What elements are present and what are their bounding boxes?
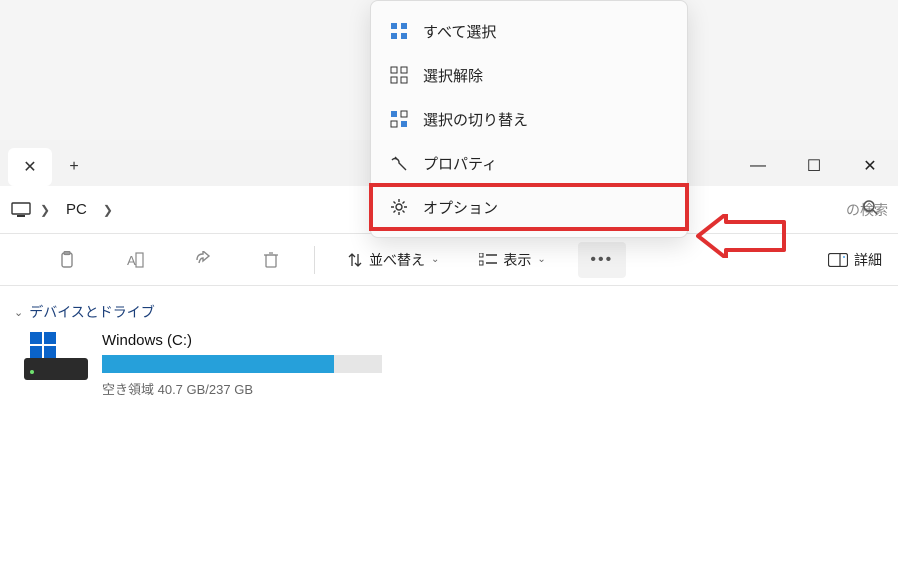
view-label: 表示	[503, 250, 531, 270]
chevron-down-icon: ⌄	[431, 254, 439, 265]
breadcrumb-pc[interactable]: PC	[58, 197, 95, 222]
window-controls: — ☐ ✕	[730, 146, 898, 186]
view-icon	[479, 253, 497, 267]
chevron-right-icon[interactable]: ❯	[36, 203, 54, 217]
new-tab-button[interactable]: +	[52, 148, 96, 186]
chevron-down-icon: ⌄	[537, 254, 545, 265]
close-window-button[interactable]: ✕	[842, 146, 898, 186]
drive-usage-bar	[102, 355, 382, 373]
details-pane-icon	[828, 253, 848, 267]
chevron-down-icon: ⌄	[14, 306, 23, 319]
details-pane-button[interactable]: 詳細	[820, 244, 890, 276]
rename-icon: A	[125, 251, 145, 269]
sort-button[interactable]: 並べ替え ⌄	[339, 244, 447, 276]
maximize-button[interactable]: ☐	[786, 146, 842, 186]
delete-button[interactable]	[252, 242, 290, 278]
menu-label: 選択の切り替え	[423, 109, 528, 130]
annotation-arrow	[696, 214, 786, 258]
plus-icon: +	[69, 158, 78, 176]
options-icon	[389, 197, 409, 217]
drive-icon	[24, 332, 88, 380]
menu-item-invert-selection[interactable]: 選択の切り替え	[371, 97, 687, 141]
clipboard-icon	[58, 251, 76, 269]
menu-label: プロパティ	[423, 153, 497, 174]
search-icon	[862, 199, 878, 220]
close-icon: ✕	[863, 156, 876, 176]
chevron-right-icon[interactable]: ❯	[99, 203, 117, 217]
maximize-icon: ☐	[807, 156, 821, 176]
menu-item-properties[interactable]: プロパティ	[371, 141, 687, 185]
content-area: ⌄ デバイスとドライブ Windows (C:) 空き領域 40.7 GB/23…	[0, 286, 898, 408]
section-devices-drives[interactable]: ⌄ デバイスとドライブ	[14, 296, 884, 332]
menu-label: すべて選択	[423, 21, 496, 42]
drive-name: Windows (C:)	[102, 332, 382, 349]
drive-free-text: 空き領域 40.7 GB/237 GB	[102, 379, 382, 398]
drive-meta: Windows (C:) 空き領域 40.7 GB/237 GB	[102, 332, 382, 398]
close-icon: ✕	[23, 157, 36, 177]
menu-label: 選択解除	[423, 65, 483, 86]
share-button[interactable]	[184, 242, 222, 278]
minimize-icon: —	[750, 157, 766, 175]
invert-selection-icon	[389, 109, 409, 129]
properties-icon	[389, 153, 409, 173]
menu-item-select-all[interactable]: すべて選択	[371, 9, 687, 53]
tab-close-button[interactable]: ✕	[8, 148, 52, 186]
drive-usage-fill	[102, 355, 334, 373]
menu-label: オプション	[423, 197, 498, 218]
details-label: 詳細	[854, 250, 882, 270]
rename-button[interactable]: A	[116, 242, 154, 278]
view-button[interactable]: 表示 ⌄	[471, 244, 553, 276]
trash-icon	[263, 251, 279, 269]
sort-icon	[347, 252, 363, 268]
section-title: デバイスとドライブ	[29, 302, 155, 322]
divider	[314, 246, 315, 274]
svg-text:A: A	[127, 253, 136, 268]
paste-button[interactable]	[48, 242, 86, 278]
more-menu: すべて選択 選択解除 選択の切り替え プロパティ オプション	[370, 0, 688, 238]
minimize-button[interactable]: —	[730, 146, 786, 186]
menu-item-options[interactable]: オプション	[371, 185, 687, 229]
search-box[interactable]: の検索	[846, 200, 888, 220]
drive-item[interactable]: Windows (C:) 空き領域 40.7 GB/237 GB	[14, 332, 884, 398]
pc-icon[interactable]	[10, 199, 32, 221]
sort-label: 並べ替え	[369, 250, 425, 270]
select-all-icon	[389, 21, 409, 41]
select-none-icon	[389, 65, 409, 85]
windows-logo-icon	[30, 332, 56, 358]
ellipsis-icon: •••	[590, 251, 613, 269]
menu-item-select-none[interactable]: 選択解除	[371, 53, 687, 97]
more-button[interactable]: •••	[578, 242, 626, 278]
share-icon	[194, 251, 212, 269]
